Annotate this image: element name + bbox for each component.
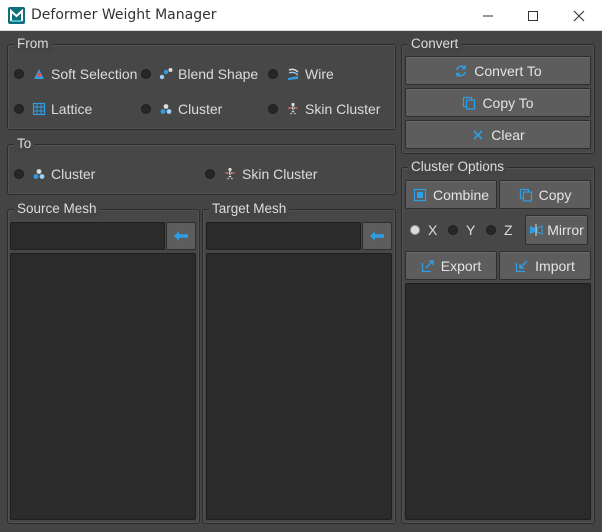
soft-selection-icon bbox=[34, 69, 44, 79]
to-cluster-radio[interactable]: Cluster bbox=[14, 165, 95, 183]
radio-dot bbox=[141, 104, 151, 114]
target-mesh-field[interactable] bbox=[206, 222, 361, 250]
from-option-label: Soft Selection bbox=[51, 66, 138, 82]
from-option-label: Lattice bbox=[51, 101, 93, 117]
clear-x-icon bbox=[473, 129, 483, 140]
copy-button[interactable]: Copy bbox=[499, 180, 591, 209]
source-mesh-title: Source Mesh bbox=[14, 201, 100, 217]
copy-label: Copy bbox=[538, 186, 572, 203]
from-option-label: Skin Cluster bbox=[305, 101, 381, 117]
radio-dot bbox=[14, 104, 24, 114]
from-option-label: Wire bbox=[305, 66, 334, 82]
radio-dot bbox=[14, 69, 24, 79]
axis-label: Y bbox=[466, 222, 476, 238]
axis-y-radio[interactable]: Y bbox=[448, 221, 475, 239]
radio-dot bbox=[205, 169, 215, 179]
minimize-icon bbox=[483, 15, 493, 16]
cluster-options-title: Cluster Options bbox=[408, 159, 508, 175]
window-title: Deformer Weight Manager bbox=[31, 7, 217, 23]
cluster-list[interactable] bbox=[405, 283, 591, 520]
to-skin-cluster-radio[interactable]: Skin Cluster bbox=[205, 165, 317, 183]
radio-dot bbox=[486, 225, 496, 235]
app-logo-icon bbox=[8, 7, 25, 24]
from-soft-selection-radio[interactable]: Soft Selection bbox=[14, 65, 137, 83]
wire-icon bbox=[288, 68, 299, 80]
from-cluster-radio[interactable]: Cluster bbox=[141, 100, 222, 118]
close-icon bbox=[573, 10, 585, 21]
target-mesh-load-button[interactable] bbox=[362, 222, 392, 250]
axis-label: X bbox=[428, 222, 438, 238]
combine-label: Combine bbox=[432, 186, 490, 203]
skin-cluster-icon bbox=[288, 102, 298, 116]
convert-group-title: Convert bbox=[408, 36, 462, 52]
minimize-button[interactable] bbox=[465, 0, 511, 31]
radio-dot bbox=[268, 104, 278, 114]
lattice-icon bbox=[32, 102, 46, 116]
radio-dot bbox=[410, 225, 420, 235]
radio-dot bbox=[14, 169, 24, 179]
radio-dot bbox=[141, 69, 151, 79]
export-button[interactable]: Export bbox=[405, 251, 497, 280]
combine-icon bbox=[413, 188, 427, 201]
export-label: Export bbox=[440, 257, 482, 274]
export-icon bbox=[421, 259, 434, 272]
combine-button[interactable]: Combine bbox=[405, 180, 497, 209]
from-skin-cluster-radio[interactable]: Skin Cluster bbox=[268, 100, 380, 118]
from-wire-radio[interactable]: Wire bbox=[268, 65, 334, 83]
convert-icon bbox=[456, 65, 467, 76]
maximize-icon bbox=[528, 10, 538, 21]
convert-to-button[interactable]: Convert To bbox=[405, 56, 591, 85]
import-label: Import bbox=[535, 257, 575, 274]
clear-label: Clear bbox=[491, 126, 525, 143]
title-bar: Deformer Weight Manager bbox=[0, 0, 602, 31]
from-group-title: From bbox=[14, 36, 52, 52]
target-mesh-list[interactable] bbox=[206, 253, 392, 520]
blend-shape-icon bbox=[159, 68, 173, 80]
copy-to-button[interactable]: Copy To bbox=[405, 88, 591, 117]
arrow-left-icon bbox=[174, 231, 188, 241]
from-option-label: Blend Shape bbox=[178, 66, 259, 82]
source-mesh-load-button[interactable] bbox=[166, 222, 196, 250]
skin-cluster-icon bbox=[225, 167, 235, 181]
close-button[interactable] bbox=[556, 0, 602, 31]
from-lattice-radio[interactable]: Lattice bbox=[14, 100, 92, 118]
convert-to-label: Convert To bbox=[474, 62, 542, 79]
mirror-label: Mirror bbox=[547, 222, 584, 238]
axis-z-radio[interactable]: Z bbox=[486, 221, 513, 239]
radio-dot bbox=[448, 225, 458, 235]
radio-dot bbox=[268, 69, 278, 79]
arrow-left-icon bbox=[370, 231, 384, 241]
to-option-label: Cluster bbox=[51, 166, 96, 182]
to-option-label: Skin Cluster bbox=[242, 166, 318, 182]
to-group-title: To bbox=[14, 136, 35, 152]
cluster-icon bbox=[160, 104, 172, 114]
maximize-button[interactable] bbox=[510, 0, 556, 31]
source-mesh-field[interactable] bbox=[10, 222, 165, 250]
from-option-label: Cluster bbox=[178, 101, 223, 117]
target-mesh-title: Target Mesh bbox=[209, 201, 290, 217]
clear-button[interactable]: Clear bbox=[405, 120, 591, 149]
source-mesh-list[interactable] bbox=[10, 253, 196, 520]
copy-icon bbox=[463, 96, 476, 110]
import-button[interactable]: Import bbox=[499, 251, 591, 280]
copy-to-label: Copy To bbox=[482, 94, 534, 111]
import-icon bbox=[516, 260, 528, 272]
axis-x-radio[interactable]: X bbox=[410, 221, 437, 239]
cluster-icon bbox=[33, 169, 45, 179]
mirror-icon bbox=[530, 224, 543, 236]
copy-icon bbox=[519, 188, 532, 202]
axis-label: Z bbox=[504, 222, 513, 238]
mirror-button[interactable]: Mirror bbox=[525, 215, 588, 245]
from-blend-shape-radio[interactable]: Blend Shape bbox=[141, 65, 258, 83]
